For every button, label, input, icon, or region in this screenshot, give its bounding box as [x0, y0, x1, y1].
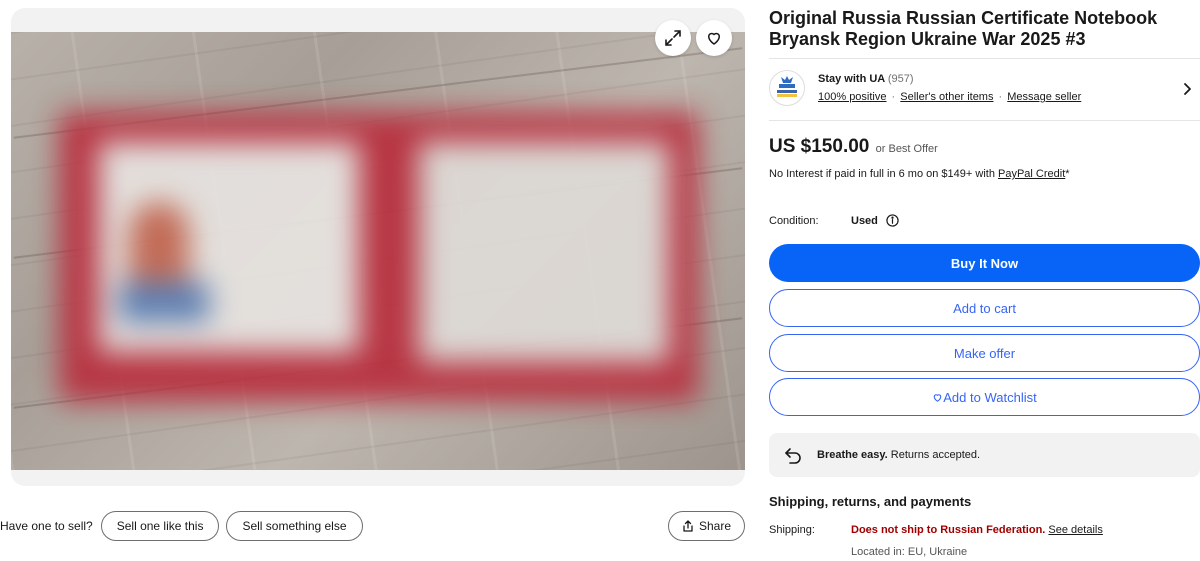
add-to-cart-button[interactable]: Add to cart	[769, 289, 1200, 327]
condition-value: Used	[851, 215, 878, 227]
paypal-credit-link[interactable]: PayPal Credit	[998, 168, 1065, 180]
share-button[interactable]: Share	[668, 511, 745, 541]
credit-text: No Interest if paid in full in 6 mo on $…	[769, 168, 998, 180]
returns-detail: Returns accepted.	[887, 449, 981, 461]
watchlist-label: Add to Watchlist	[943, 389, 1037, 405]
listing-photo[interactable]	[11, 32, 745, 470]
shipping-value: Does not ship to Russian Federation. See…	[851, 524, 1103, 536]
return-arrow-icon	[785, 448, 801, 464]
returns-banner: Breathe easy. Returns accepted.	[769, 433, 1200, 477]
seller-feedback-count: (957)	[887, 73, 914, 85]
sell-row: Have one to sell? Sell one like this Sel…	[0, 511, 370, 541]
best-offer-note: or Best Offer	[875, 143, 938, 155]
see-details-link[interactable]: See details	[1048, 524, 1102, 536]
shipping-label: Shipping:	[769, 524, 815, 536]
heart-icon	[934, 393, 942, 402]
listing-title: Original Russia Russian Certificate Note…	[769, 8, 1158, 49]
returns-bold: Breathe easy.	[817, 449, 888, 461]
divider	[769, 120, 1200, 121]
returns-text: Breathe easy. Returns accepted.	[817, 449, 980, 461]
share-label: Share	[698, 519, 732, 533]
seller-links: 100% positive · Seller's other items · M…	[818, 91, 1082, 103]
divider	[769, 58, 1200, 59]
share-icon	[683, 520, 693, 532]
heart-icon[interactable]	[696, 20, 732, 56]
seller-logo[interactable]	[769, 70, 805, 106]
add-to-watchlist-button[interactable]: Add to Watchlist	[769, 378, 1200, 416]
shipping-heading: Shipping, returns, and payments	[769, 494, 972, 509]
shipping-warning: Does not ship to Russian Federation.	[851, 524, 1046, 536]
sell-something-else-button[interactable]: Sell something else	[226, 511, 363, 541]
seller-positive-link[interactable]: 100% positive	[818, 91, 887, 103]
sell-one-like-this-button[interactable]: Sell one like this	[100, 511, 220, 541]
seller-name-row: Stay with UA (957)	[818, 73, 914, 85]
seller-name[interactable]: Stay with UA	[818, 73, 885, 85]
expand-icon[interactable]	[655, 20, 691, 56]
buy-it-now-button[interactable]: Buy It Now	[769, 244, 1200, 282]
price: US $150.00 or Best Offer	[769, 136, 938, 158]
blurred-document	[59, 112, 699, 402]
credit-asterisk: *	[1065, 168, 1070, 180]
chevron-right-icon[interactable]	[1182, 82, 1192, 101]
sell-prompt: Have one to sell?	[0, 519, 93, 533]
item-location: Located in: EU, Ukraine	[851, 546, 968, 558]
make-offer-button[interactable]: Make offer	[769, 334, 1200, 372]
message-seller-link[interactable]: Message seller	[1007, 91, 1081, 103]
info-icon[interactable]	[886, 214, 899, 227]
condition-label: Condition:	[769, 215, 819, 227]
credit-note: No Interest if paid in full in 6 mo on $…	[769, 168, 1070, 180]
seller-other-items-link[interactable]: Seller's other items	[900, 91, 993, 103]
image-gallery	[11, 8, 745, 486]
seller-logo-icon	[777, 76, 797, 97]
price-amount: US $150.00	[769, 136, 870, 157]
